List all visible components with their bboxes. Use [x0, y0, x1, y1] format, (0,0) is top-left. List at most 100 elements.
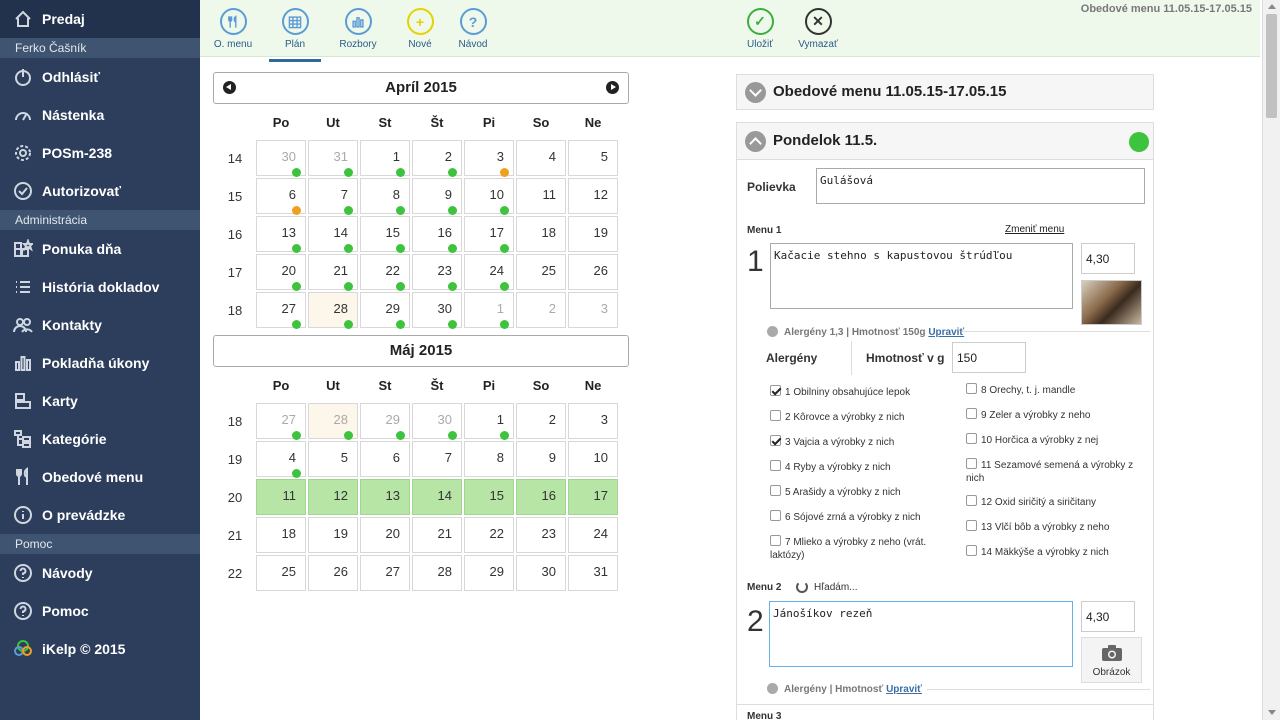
calendar-day[interactable]: 10: [568, 441, 618, 477]
calendar-day[interactable]: 16: [516, 479, 566, 515]
allergen-checkbox[interactable]: 1 Obilniny obsahujúce lepok: [770, 385, 955, 399]
calendar-day[interactable]: 19: [308, 517, 358, 553]
sidebar-item-poklad-a-kony[interactable]: Pokladňa úkony: [0, 344, 200, 382]
prev-month-icon[interactable]: [223, 81, 236, 94]
next-month-icon[interactable]: [606, 81, 619, 94]
calendar-day[interactable]: 1: [464, 403, 514, 440]
menu2-image-button[interactable]: Obrázok: [1081, 637, 1142, 683]
sidebar-item-n-vody[interactable]: Návody: [0, 554, 200, 592]
calendar-day[interactable]: 25: [256, 555, 306, 591]
change-menu-link[interactable]: Zmeniť menu: [1005, 224, 1064, 235]
menu2-price-input[interactable]: 4,30: [1081, 601, 1135, 632]
calendar-day[interactable]: 20: [360, 517, 410, 553]
sidebar-item-ikelp-2015[interactable]: iKelp © 2015: [0, 630, 200, 668]
calendar-day[interactable]: 28: [308, 292, 358, 329]
allergen-checkbox[interactable]: 12 Oxid siričitý a siričitany: [966, 495, 1151, 509]
allergen-checkbox[interactable]: 4 Ryby a výrobky z nich: [770, 460, 955, 474]
allergen-checkbox[interactable]: 7 Mlieko a výrobky z neho (vrát. laktózy…: [770, 535, 940, 562]
calendar-day[interactable]: 11: [516, 178, 566, 214]
calendar-day[interactable]: 26: [308, 555, 358, 591]
toolbar-button-cutlery[interactable]: O. menu: [203, 8, 263, 50]
sidebar-item-pomoc[interactable]: Pomoc: [0, 592, 200, 630]
calendar-day[interactable]: 14: [412, 479, 462, 515]
calendar-day[interactable]: 27: [360, 555, 410, 591]
checkbox-icon[interactable]: [966, 433, 977, 444]
calendar-day[interactable]: 22: [360, 254, 410, 291]
calendar-day[interactable]: 1: [360, 140, 410, 177]
allergen-checkbox[interactable]: 8 Orechy, t. j. mandle: [966, 383, 1151, 397]
toolbar-button-check[interactable]: ✓ Uložiť: [730, 8, 790, 50]
calendar-day[interactable]: 2: [516, 403, 566, 439]
calendar-day[interactable]: 5: [308, 441, 358, 477]
calendar-day[interactable]: 6: [360, 441, 410, 477]
calendar-day[interactable]: 28: [308, 403, 358, 440]
sidebar-item-posm-238[interactable]: POSm-238: [0, 134, 200, 172]
toolbar-button-question[interactable]: ? Návod: [443, 8, 503, 50]
menu1-price-input[interactable]: 4,30: [1081, 243, 1135, 274]
scroll-up-icon[interactable]: [1268, 4, 1276, 9]
calendar-day[interactable]: 9: [412, 178, 462, 215]
calendar-day[interactable]: 8: [360, 178, 410, 215]
allergen-checkbox[interactable]: 6 Sójové zrná a výrobky z nich: [770, 510, 955, 524]
soup-input[interactable]: Gulášová: [816, 168, 1145, 204]
calendar-day[interactable]: 30: [412, 292, 462, 329]
checkbox-icon[interactable]: [966, 495, 977, 506]
calendar-day[interactable]: 7: [412, 441, 462, 477]
calendar-day[interactable]: 1: [464, 292, 514, 329]
toolbar-button-plus[interactable]: + Nové: [390, 8, 450, 50]
calendar-day[interactable]: 7: [308, 178, 358, 215]
calendar-day[interactable]: 25: [516, 254, 566, 290]
toolbar-button-calendar[interactable]: Plán: [265, 8, 325, 62]
calendar-day[interactable]: 11: [256, 479, 306, 515]
checkbox-icon[interactable]: [770, 485, 781, 496]
calendar-day[interactable]: 12: [308, 479, 358, 515]
calendar-day[interactable]: 3: [464, 140, 514, 177]
allergen-checkbox[interactable]: 13 Vlčí bôb a výrobky z neho: [966, 520, 1151, 534]
calendar-day[interactable]: 13: [256, 216, 306, 253]
calendar-day[interactable]: 31: [568, 555, 618, 591]
menu2-edit-link[interactable]: Upraviť: [886, 684, 922, 695]
checkbox-icon[interactable]: [966, 408, 977, 419]
calendar-day[interactable]: 15: [360, 216, 410, 253]
sidebar-item-obedov-menu[interactable]: Obedové menu: [0, 458, 200, 496]
calendar-day[interactable]: 30: [412, 403, 462, 440]
checkbox-icon[interactable]: [770, 385, 781, 396]
menu1-edit-link[interactable]: Upraviť: [928, 327, 964, 338]
checkbox-icon[interactable]: [770, 535, 781, 546]
checkbox-icon[interactable]: [770, 460, 781, 471]
scrollbar[interactable]: [1262, 0, 1280, 720]
calendar-day[interactable]: 16: [412, 216, 462, 253]
sidebar-item-autorizova-[interactable]: Autorizovať: [0, 172, 200, 210]
menu1-photo[interactable]: [1081, 280, 1142, 325]
calendar-day[interactable]: 13: [360, 479, 410, 515]
calendar-day[interactable]: 22: [464, 517, 514, 553]
calendar-day[interactable]: 30: [256, 140, 306, 177]
sidebar-item-kateg-rie[interactable]: Kategórie: [0, 420, 200, 458]
checkbox-icon[interactable]: [770, 410, 781, 421]
calendar-day[interactable]: 20: [256, 254, 306, 291]
calendar-day[interactable]: 4: [256, 441, 306, 478]
calendar-day[interactable]: 15: [464, 479, 514, 515]
allergen-checkbox[interactable]: 11 Sezamové semená a výrobky z nich: [966, 458, 1136, 485]
calendar-day[interactable]: 18: [516, 216, 566, 252]
calendar-day[interactable]: 27: [256, 292, 306, 329]
calendar-day[interactable]: 24: [464, 254, 514, 291]
toolbar-button-close[interactable]: ✕ Vymazať: [788, 8, 848, 50]
calendar-day[interactable]: 23: [516, 517, 566, 553]
allergen-checkbox[interactable]: 14 Mäkkýše a výrobky z nich: [966, 545, 1151, 559]
checkbox-icon[interactable]: [966, 545, 977, 556]
allergen-checkbox[interactable]: 5 Arašidy a výrobky z nich: [770, 485, 955, 499]
calendar-day[interactable]: 26: [568, 254, 618, 290]
allergen-checkbox[interactable]: 2 Kôrovce a výrobky z nich: [770, 410, 955, 424]
chevron-down-icon[interactable]: [767, 683, 778, 694]
calendar-day[interactable]: 3: [568, 403, 618, 439]
calendar-day[interactable]: 28: [412, 555, 462, 591]
calendar-day[interactable]: 4: [516, 140, 566, 176]
calendar-day[interactable]: 18: [256, 517, 306, 553]
weight-input[interactable]: 150: [952, 342, 1026, 373]
checkbox-icon[interactable]: [770, 510, 781, 521]
calendar-day[interactable]: 12: [568, 178, 618, 214]
calendar-day[interactable]: 31: [308, 140, 358, 177]
calendar-day[interactable]: 5: [568, 140, 618, 176]
sidebar-item-predaj[interactable]: Predaj: [0, 0, 200, 38]
